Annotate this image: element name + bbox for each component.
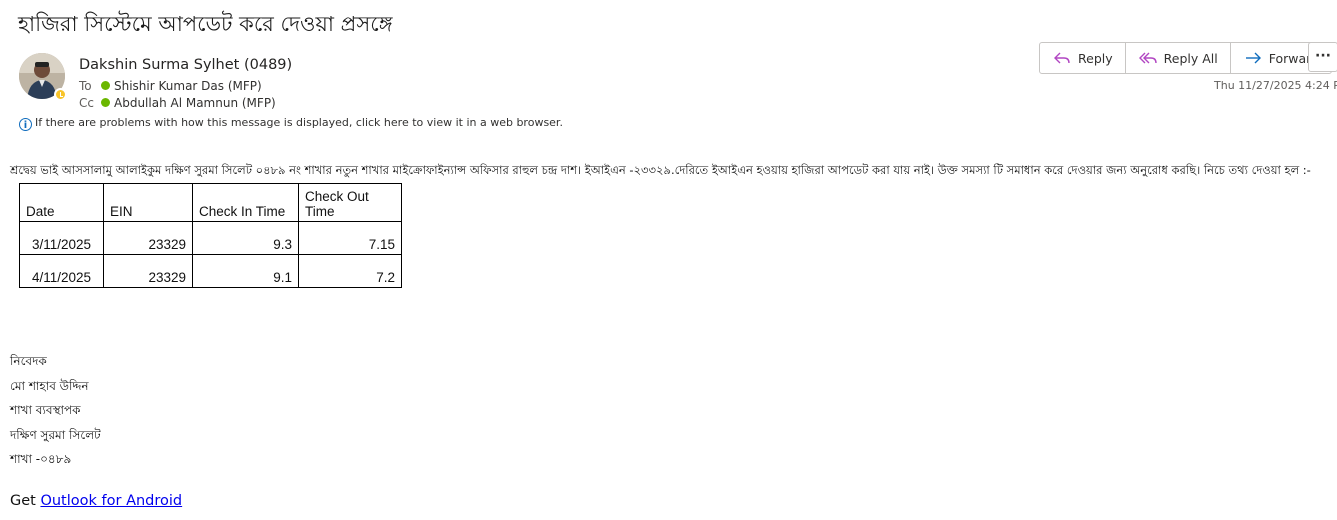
presence-away-icon (54, 88, 67, 101)
info-icon: i (19, 118, 32, 131)
recipient-check-icon (101, 98, 110, 107)
outlook-footer: Get Outlook for Android (10, 493, 182, 509)
header-ein: EIN (103, 183, 193, 222)
cell-date: 4/11/2025 (19, 254, 104, 288)
outlook-android-link[interactable]: Outlook for Android (40, 493, 182, 509)
to-recipient[interactable]: Shishir Kumar Das (MFP) (114, 79, 262, 93)
table-row: 4/11/2025 23329 9.1 7.2 (19, 254, 402, 288)
cell-check-out: 7.2 (298, 254, 402, 288)
header-check-in: Check In Time (192, 183, 299, 222)
forward-icon (1245, 52, 1261, 64)
display-problem-infobar[interactable]: i If there are problems with how this mes… (19, 116, 563, 131)
infobar-text[interactable]: If there are problems with how this mess… (35, 116, 563, 129)
body-intro-text: শ্রদ্বেয় ভাই আসসালামু আলাইকুম দক্ষিণ সু… (10, 163, 1311, 177)
table-row: 3/11/2025 23329 9.3 7.15 (19, 221, 402, 255)
recipient-check-icon (101, 81, 110, 90)
reply-button[interactable]: Reply (1040, 43, 1126, 73)
more-actions-button[interactable]: ··· (1308, 42, 1337, 72)
signature-line: শাখা ব্যবস্থাপক (10, 403, 81, 417)
cell-date: 3/11/2025 (19, 221, 104, 255)
signature-line: দক্ষিণ সুরমা সিলেট (10, 428, 101, 442)
cell-ein: 23329 (103, 254, 193, 288)
reply-all-icon (1138, 52, 1157, 64)
reply-all-button[interactable]: Reply All (1126, 43, 1231, 73)
reply-all-label: Reply All (1163, 50, 1218, 66)
header-date: Date (19, 183, 104, 222)
table-header-row: Date EIN Check In Time Check Out Time (19, 183, 402, 222)
cc-label: Cc (79, 96, 94, 110)
message-subject: হাজিরা সিস্টেমে আপডেট করে দেওয়া প্রসঙ্গ… (18, 12, 393, 36)
cc-recipient[interactable]: Abdullah Al Mamnun (MFP) (114, 96, 276, 110)
cell-ein: 23329 (103, 221, 193, 255)
message-date: Thu 11/27/2025 4:24 PM (1214, 79, 1337, 92)
message-actions: Reply Reply All Forward (1039, 42, 1332, 74)
signature-line: শাখা -০৪৮৯ (10, 452, 72, 466)
cell-check-out: 7.15 (298, 221, 402, 255)
sender-name[interactable]: Dakshin Surma Sylhet (0489) (79, 57, 292, 73)
header-check-out: Check Out Time (298, 183, 402, 222)
cell-check-in: 9.3 (192, 221, 299, 255)
footer-prefix: Get (10, 493, 36, 509)
to-row: To Shishir Kumar Das (MFP) (79, 79, 262, 93)
reply-label: Reply (1078, 50, 1113, 66)
signature-line: মো শাহাব উদ্দিন (10, 379, 89, 393)
signature-line: নিবেদক (10, 354, 47, 368)
cc-row: Cc Abdullah Al Mamnun (MFP) (79, 96, 276, 110)
cell-check-in: 9.1 (192, 254, 299, 288)
reply-icon (1054, 52, 1070, 64)
attendance-table: Date EIN Check In Time Check Out Time 3/… (19, 183, 402, 288)
to-label: To (79, 79, 92, 93)
